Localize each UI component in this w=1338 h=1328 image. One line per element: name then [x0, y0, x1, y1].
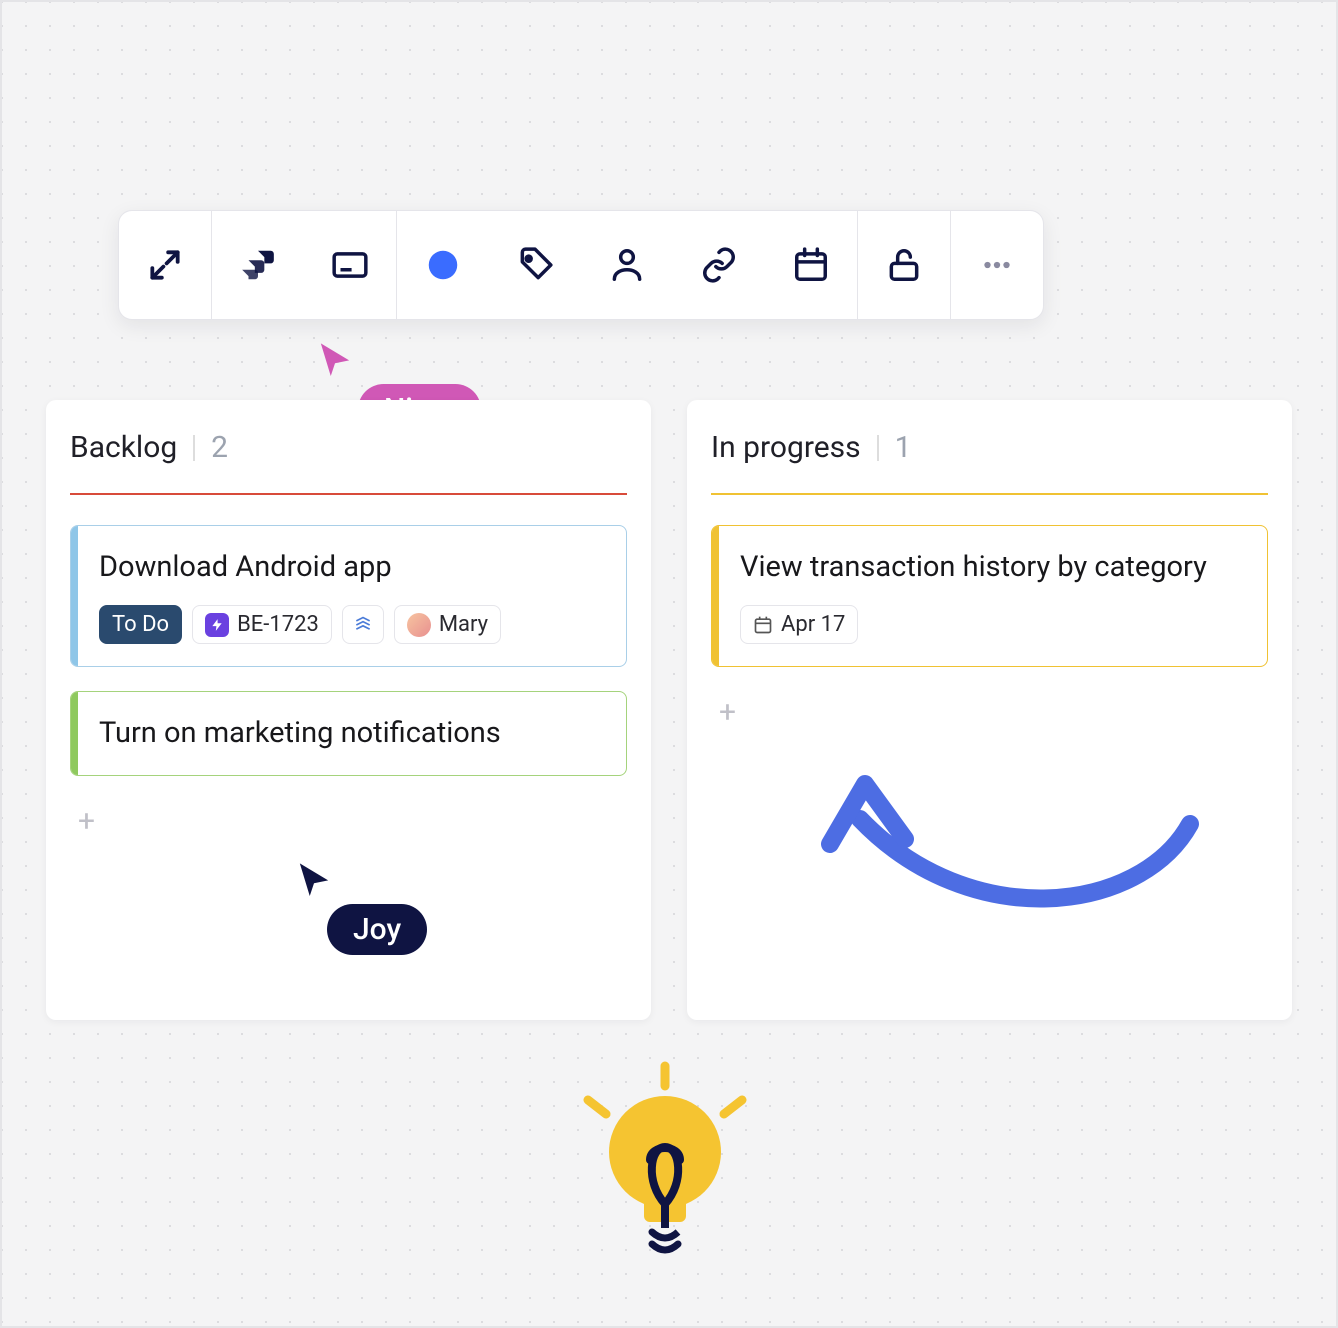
- column-header: In progress 1: [711, 430, 1268, 465]
- card-chips: To Do BE-1723 Mary: [99, 605, 604, 644]
- column-rule: [711, 493, 1268, 495]
- text-card-icon: [331, 246, 369, 284]
- text-card-button[interactable]: [304, 211, 396, 319]
- more-button[interactable]: [951, 211, 1043, 319]
- card-accent: [712, 526, 719, 666]
- card-title: View transaction history by category: [740, 548, 1245, 587]
- cursor-icon: [318, 340, 352, 378]
- card[interactable]: Download Android app To Do BE-1723: [70, 525, 627, 667]
- color-dot-icon: [424, 246, 462, 284]
- expand-icon: [146, 246, 184, 284]
- tag-button[interactable]: [489, 211, 581, 319]
- layers-chip[interactable]: [342, 605, 384, 644]
- card-title: Download Android app: [99, 548, 604, 587]
- assignee-button[interactable]: [581, 211, 673, 319]
- column-rule: [70, 493, 627, 495]
- column-title: In progress: [711, 430, 861, 465]
- card[interactable]: Turn on marketing notifications: [70, 691, 627, 776]
- bolt-icon: [205, 613, 229, 637]
- add-card-button[interactable]: +: [711, 691, 744, 734]
- date-chip[interactable]: Apr 17: [740, 605, 858, 644]
- card-chips: Apr 17: [740, 605, 1245, 644]
- calendar-icon: [792, 246, 830, 284]
- cursor-icon: [297, 860, 331, 898]
- jira-button[interactable]: [212, 211, 304, 319]
- ticket-chip[interactable]: BE-1723: [192, 605, 332, 644]
- status-chip[interactable]: To Do: [99, 605, 182, 644]
- calendar-icon: [753, 615, 773, 635]
- card-title: Turn on marketing notifications: [99, 714, 604, 753]
- lock-button[interactable]: [858, 211, 950, 319]
- collaborator-name-tag: Joy: [327, 904, 427, 955]
- drawn-arrow-icon: [810, 764, 1210, 948]
- lock-open-icon: [885, 246, 923, 284]
- ticket-label: BE-1723: [237, 612, 319, 637]
- person-icon: [608, 246, 646, 284]
- column-title: Backlog: [70, 430, 177, 465]
- date-button[interactable]: [765, 211, 857, 319]
- assignee-chip[interactable]: Mary: [394, 605, 501, 644]
- lightbulb-icon: [560, 1052, 770, 1266]
- assignee-name: Mary: [439, 612, 488, 637]
- card-accent: [71, 526, 78, 666]
- column-header: Backlog 2: [70, 430, 627, 465]
- avatar: [407, 613, 431, 637]
- layers-icon: [351, 613, 375, 637]
- card[interactable]: View transaction history by category Apr…: [711, 525, 1268, 667]
- floating-toolbar: [118, 210, 1044, 320]
- more-icon: [978, 246, 1016, 284]
- divider: [193, 435, 195, 461]
- jira-icon: [239, 246, 277, 284]
- tag-icon: [516, 246, 554, 284]
- link-icon: [700, 246, 738, 284]
- expand-button[interactable]: [119, 211, 211, 319]
- add-card-button[interactable]: +: [70, 800, 103, 843]
- column-count: 2: [211, 430, 228, 465]
- column-count: 1: [895, 430, 912, 465]
- date-label: Apr 17: [781, 612, 845, 637]
- collaborator-cursor-joy: Joy: [297, 860, 427, 955]
- link-button[interactable]: [673, 211, 765, 319]
- card-accent: [71, 692, 78, 775]
- color-button[interactable]: [397, 211, 489, 319]
- divider: [877, 435, 879, 461]
